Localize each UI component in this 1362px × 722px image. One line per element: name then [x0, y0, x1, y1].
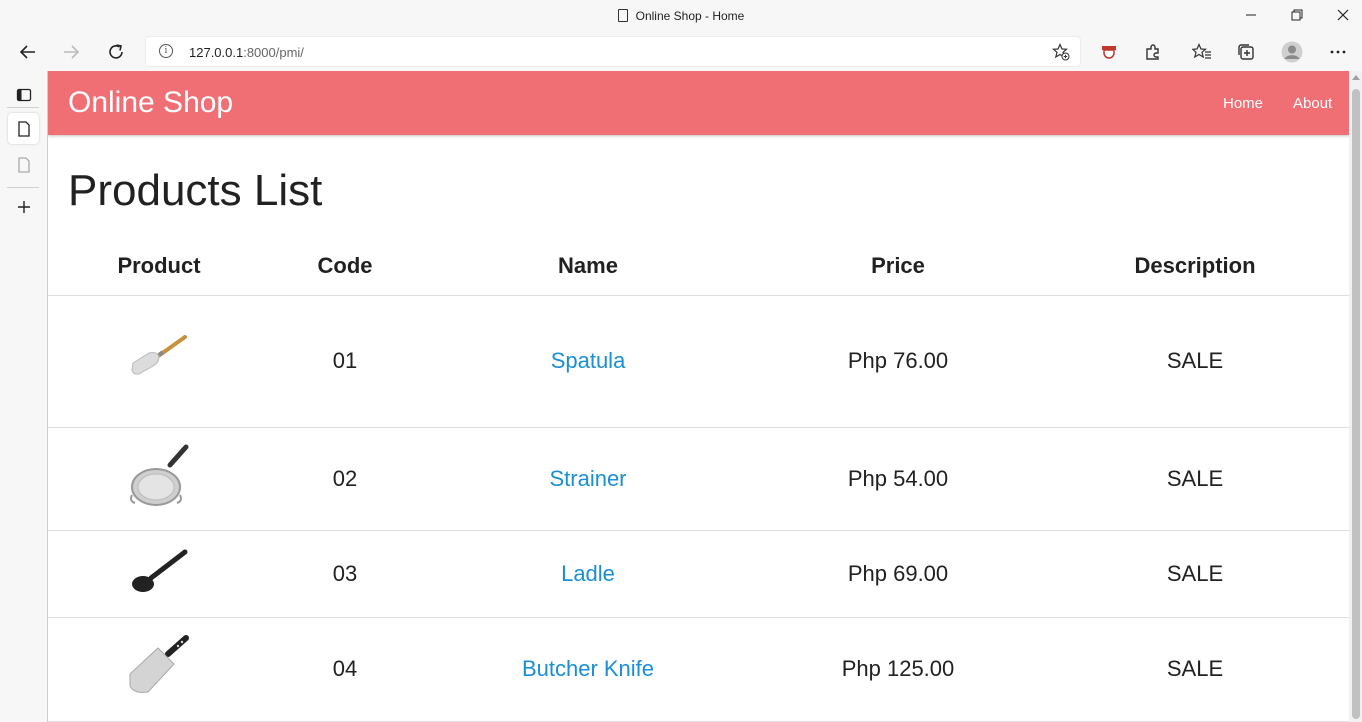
- plus-icon: [17, 200, 30, 213]
- puzzle-icon: [1146, 44, 1159, 60]
- product-description: SALE: [1040, 295, 1349, 428]
- address-bar[interactable]: i 127.0.0.1:8000/pmi/: [145, 36, 1081, 67]
- butcher-knife-image: [129, 635, 189, 693]
- browser-toolbar: i 127.0.0.1:8000/pmi/: [0, 33, 1362, 71]
- product-code: 04: [270, 617, 420, 722]
- refresh-icon: [109, 44, 123, 59]
- table-header-row: Product Code Name Price Description: [48, 237, 1349, 296]
- column-header-product: Product: [48, 237, 270, 296]
- back-arrow-icon: [19, 45, 35, 59]
- refresh-button[interactable]: [103, 39, 129, 65]
- restore-icon: [1291, 9, 1303, 21]
- forward-arrow-icon: [64, 45, 80, 59]
- ladle-image: [132, 549, 188, 592]
- table-row: 03 Ladle Php 69.00 SALE: [48, 530, 1349, 618]
- more-dots-icon: [1330, 50, 1346, 54]
- minimize-icon: [1246, 14, 1256, 16]
- product-name-link[interactable]: Spatula: [551, 348, 626, 373]
- add-favorite-button[interactable]: [1051, 43, 1070, 66]
- extension-shield-button[interactable]: [1097, 40, 1121, 64]
- column-header-price: Price: [756, 237, 1040, 296]
- table-row: 01 Spatula Php 76.00 SALE: [48, 295, 1349, 428]
- products-table: Product Code Name Price Description 01 S…: [48, 237, 1349, 722]
- product-code: 02: [270, 427, 420, 531]
- avatar-icon: [1281, 41, 1303, 63]
- page-title: Products List: [68, 166, 323, 215]
- window-titlebar: Online Shop - Home: [0, 0, 1362, 33]
- forward-button[interactable]: [58, 39, 84, 65]
- settings-menu-button[interactable]: [1326, 40, 1350, 64]
- minimize-button[interactable]: [1241, 6, 1261, 26]
- collections-button[interactable]: [1234, 40, 1258, 64]
- scrollbar-thumb[interactable]: [1352, 89, 1360, 719]
- page-icon: [617, 9, 628, 22]
- star-add-icon: [1051, 43, 1070, 61]
- tab-actions-button[interactable]: [8, 79, 39, 110]
- scroll-up-arrow-icon[interactable]: [1352, 75, 1360, 80]
- page-scrollbar[interactable]: [1349, 71, 1362, 722]
- product-code: 03: [270, 530, 420, 618]
- document-icon: [17, 120, 30, 137]
- close-icon: [1337, 9, 1349, 21]
- product-price: Php 54.00: [756, 427, 1040, 531]
- document-icon: [17, 156, 30, 173]
- column-header-description: Description: [1040, 237, 1349, 296]
- url-text: 127.0.0.1:8000/pmi/: [189, 45, 304, 60]
- tab-online-shop[interactable]: [8, 113, 39, 144]
- site-navbar: Online Shop Home About: [48, 71, 1349, 135]
- window-title: Online Shop - Home: [635, 9, 745, 23]
- product-name-link[interactable]: Butcher Knife: [522, 656, 654, 681]
- site-info-icon[interactable]: i: [159, 44, 173, 58]
- new-tab-button[interactable]: [8, 191, 39, 222]
- restore-button[interactable]: [1287, 6, 1307, 26]
- product-image-cell: [48, 617, 270, 722]
- product-code: 01: [270, 295, 420, 428]
- shield-icon: [1102, 46, 1116, 59]
- favorites-button[interactable]: [1190, 40, 1214, 64]
- product-image-cell: [48, 427, 270, 531]
- vertical-tabs-sidebar: [0, 71, 47, 722]
- column-header-name: Name: [420, 237, 756, 296]
- favorites-icon: [1192, 43, 1211, 59]
- product-description: SALE: [1040, 427, 1349, 531]
- product-price: Php 76.00: [756, 295, 1040, 428]
- collections-icon: [1238, 44, 1254, 60]
- nav-home-link[interactable]: Home: [1223, 95, 1263, 112]
- profile-button[interactable]: [1280, 40, 1304, 64]
- table-row: 02 Strainer Php 54.00 SALE: [48, 427, 1349, 531]
- column-header-code: Code: [270, 237, 420, 296]
- product-price: Php 69.00: [756, 530, 1040, 618]
- spatula-image: [131, 335, 187, 375]
- close-window-button[interactable]: [1333, 6, 1353, 26]
- table-row: 04 Butcher Knife Php 125.00 SALE: [48, 617, 1349, 722]
- strainer-image: [130, 444, 189, 506]
- product-name-link[interactable]: Ladle: [561, 561, 615, 586]
- tab-blank[interactable]: [8, 149, 39, 180]
- site-brand[interactable]: Online Shop: [68, 86, 233, 120]
- back-button[interactable]: [15, 39, 41, 65]
- product-price: Php 125.00: [756, 617, 1040, 722]
- nav-about-link[interactable]: About: [1293, 95, 1332, 112]
- product-image-cell: [48, 530, 270, 618]
- tab-panel-icon: [16, 88, 31, 101]
- extensions-button[interactable]: [1141, 40, 1165, 64]
- page-content: Online Shop Home About Products List Pro…: [47, 71, 1349, 722]
- product-name-link[interactable]: Strainer: [549, 466, 626, 491]
- product-description: SALE: [1040, 530, 1349, 618]
- product-image-cell: [48, 295, 270, 428]
- product-description: SALE: [1040, 617, 1349, 722]
